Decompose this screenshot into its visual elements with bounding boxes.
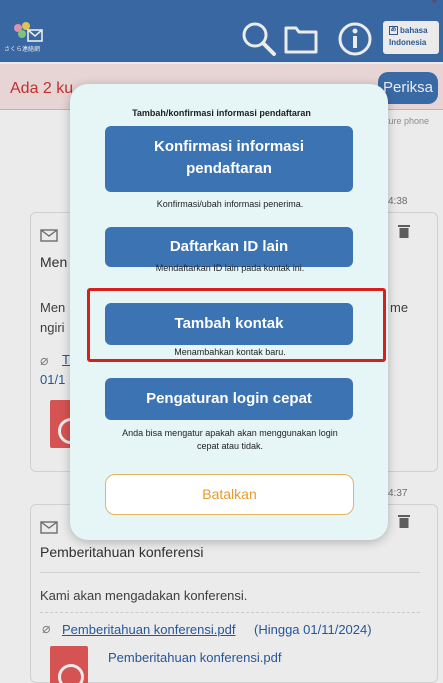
highlight-box bbox=[87, 288, 386, 362]
confirm-registration-label-line2: pendaftaran bbox=[186, 160, 272, 177]
quick-login-button[interactable]: Pengaturan login cepat bbox=[105, 378, 353, 420]
confirm-registration-label-line1: Konfirmasi informasi bbox=[153, 138, 305, 155]
register-other-id-button[interactable]: Daftarkan ID lain bbox=[105, 227, 353, 267]
modal-title: Tambah/konfirmasi informasi pendaftaran bbox=[132, 108, 311, 118]
confirm-registration-desc: Konfirmasi/ubah informasi penerima. bbox=[156, 199, 304, 209]
register-other-id-desc: Mendaftarkan ID lain pada kontak ini. bbox=[155, 263, 305, 273]
cancel-button[interactable]: Batalkan bbox=[105, 474, 354, 515]
confirm-registration-button[interactable]: Konfirmasi informasi pendaftaran bbox=[105, 126, 353, 192]
quick-login-desc-line1: Anda bisa mengatur apakah akan menggunak… bbox=[122, 428, 338, 438]
quick-login-desc-line2: cepat atau tidak. bbox=[196, 441, 264, 451]
